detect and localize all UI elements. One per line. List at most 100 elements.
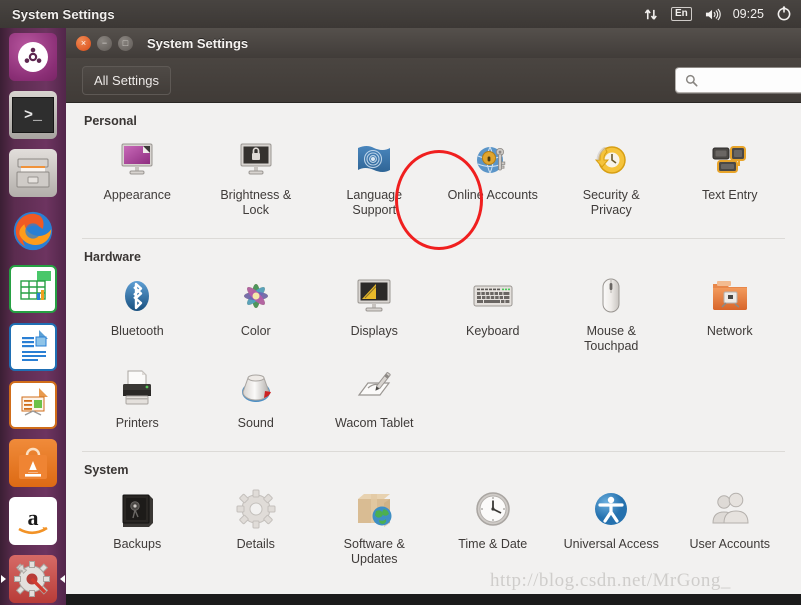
- search-area: [675, 67, 801, 93]
- mouse-touchpad-icon: [587, 272, 635, 320]
- keyboard-layout-indicator[interactable]: En: [670, 0, 692, 28]
- clock-indicator[interactable]: 09:25: [733, 0, 764, 28]
- settings-tile-printers[interactable]: Printers: [78, 360, 197, 437]
- section-heading-personal: Personal: [84, 114, 137, 128]
- settings-tile-time-date[interactable]: Time & Date: [434, 481, 553, 573]
- settings-tile-label: Displays: [350, 324, 398, 338]
- search-input[interactable]: [704, 73, 784, 87]
- printers-icon: [113, 364, 161, 412]
- settings-tile-label: Network: [706, 324, 753, 338]
- launcher-item-files[interactable]: [0, 144, 66, 202]
- settings-tile-label: Software & Updates: [343, 537, 405, 566]
- search-icon: [685, 74, 698, 87]
- settings-tile-brightness-lock[interactable]: Brightness & Lock: [197, 132, 316, 224]
- settings-tile-label: User Accounts: [689, 537, 771, 551]
- settings-tile-label: Appearance: [103, 188, 171, 202]
- settings-tile-label: Mouse & Touchpad: [584, 324, 639, 353]
- settings-tile-label: Wacom Tablet: [334, 416, 414, 430]
- window-maximize-button[interactable]: □: [118, 35, 133, 51]
- all-settings-button[interactable]: All Settings: [82, 65, 172, 95]
- settings-tile-displays[interactable]: Displays: [315, 268, 434, 360]
- libreoffice-calc-icon: [17, 271, 51, 305]
- time-date-icon: [469, 485, 517, 533]
- section-heading-system: System: [84, 463, 129, 477]
- settings-tile-details[interactable]: Details: [197, 481, 316, 573]
- window-minimize-button[interactable]: −: [97, 35, 112, 51]
- settings-tile-label: Keyboard: [465, 324, 520, 338]
- software-center-bag-icon: [19, 447, 47, 479]
- security-privacy-icon: [587, 136, 635, 184]
- network-icon: [706, 272, 754, 320]
- panel-indicators: En 09:25: [644, 0, 801, 28]
- system-settings-window: × − □ System Settings All Settings Perso…: [66, 28, 801, 605]
- network-arrows-icon[interactable]: [644, 0, 659, 28]
- svg-text:a: a: [28, 505, 39, 530]
- grid-hardware: Bluetooth Color Displays Keyboard Mouse …: [68, 266, 799, 445]
- power-gear-icon[interactable]: [776, 0, 792, 28]
- settings-tile-label: Text Entry: [701, 188, 758, 202]
- launcher-item-libreoffice-calc[interactable]: [0, 260, 66, 318]
- launcher-item-ubuntu-software-center[interactable]: [0, 434, 66, 492]
- volume-icon[interactable]: [704, 0, 721, 28]
- launcher-item-libreoffice-impress[interactable]: [0, 376, 66, 434]
- launcher-item-libreoffice-writer[interactable]: [0, 318, 66, 376]
- panel-app-title[interactable]: System Settings: [0, 7, 115, 22]
- launcher-item-terminal[interactable]: >_: [0, 86, 66, 144]
- settings-tile-software-updates[interactable]: Software & Updates: [315, 481, 434, 573]
- backups-icon: [113, 485, 161, 533]
- settings-tile-backups[interactable]: Backups: [78, 481, 197, 573]
- launcher-focused-pip: [1, 575, 6, 583]
- text-entry-icon: [706, 136, 754, 184]
- settings-tile-online-accounts[interactable]: Online Accounts: [434, 132, 553, 224]
- top-panel: System Settings En 09:25: [0, 0, 801, 28]
- launcher-item-system-settings[interactable]: [0, 550, 66, 605]
- section-personal: Personal Appearance Brightness & Lock La…: [68, 103, 799, 232]
- settings-tile-color[interactable]: Color: [197, 268, 316, 360]
- unity-launcher[interactable]: >_ a: [0, 28, 66, 605]
- software-updates-icon: [350, 485, 398, 533]
- sound-icon: [232, 364, 280, 412]
- settings-tile-sound[interactable]: Sound: [197, 360, 316, 437]
- online-accounts-icon: [469, 136, 517, 184]
- window-close-button[interactable]: ×: [76, 35, 91, 51]
- search-box[interactable]: [675, 67, 801, 93]
- settings-tile-user-accounts[interactable]: User Accounts: [671, 481, 790, 573]
- settings-tile-label: Bluetooth: [110, 324, 164, 338]
- launcher-item-firefox[interactable]: [0, 202, 66, 260]
- settings-tile-appearance[interactable]: Appearance: [78, 132, 197, 224]
- window-title: System Settings: [147, 35, 249, 51]
- settings-tile-label: Sound: [237, 416, 274, 430]
- settings-tile-keyboard[interactable]: Keyboard: [434, 268, 553, 360]
- settings-tile-network[interactable]: Network: [671, 268, 790, 360]
- terminal-prompt-glyph: >_: [23, 106, 42, 124]
- keyboard-icon: [469, 272, 517, 320]
- settings-tile-wacom-tablet[interactable]: Wacom Tablet: [315, 360, 434, 437]
- settings-tile-mouse-touchpad[interactable]: Mouse & Touchpad: [552, 268, 671, 360]
- keyboard-layout-label: En: [670, 7, 692, 21]
- libreoffice-writer-icon: [18, 330, 48, 364]
- universal-access-icon: [587, 485, 635, 533]
- language-support-icon: [350, 136, 398, 184]
- window-toolbar: All Settings: [66, 58, 801, 103]
- settings-tile-label: Language Support: [346, 188, 403, 217]
- section-system: System Backups Details Software & Update…: [68, 452, 799, 581]
- displays-icon: [350, 272, 398, 320]
- settings-tile-universal-access[interactable]: Universal Access: [552, 481, 671, 573]
- launcher-item-amazon[interactable]: a: [0, 492, 66, 550]
- color-icon: [232, 272, 280, 320]
- window-titlebar[interactable]: × − □ System Settings: [66, 28, 801, 58]
- settings-tile-label: Security & Privacy: [582, 188, 640, 217]
- grid-personal: Appearance Brightness & Lock Language Su…: [68, 130, 799, 232]
- launcher-running-pip: [60, 575, 65, 583]
- wacom-tablet-icon: [350, 364, 398, 412]
- settings-tile-language-support[interactable]: Language Support: [315, 132, 434, 224]
- libreoffice-impress-icon: [18, 388, 48, 418]
- firefox-icon: [13, 211, 53, 251]
- system-settings-gear-wrench-icon: [14, 561, 50, 597]
- settings-tile-label: Details: [236, 537, 275, 551]
- settings-tile-security-privacy[interactable]: Security & Privacy: [552, 132, 671, 224]
- settings-tile-bluetooth[interactable]: Bluetooth: [78, 268, 197, 360]
- user-accounts-icon: [706, 485, 754, 533]
- launcher-item-ubuntu-dash[interactable]: [0, 28, 66, 86]
- settings-tile-text-entry[interactable]: Text Entry: [671, 132, 790, 224]
